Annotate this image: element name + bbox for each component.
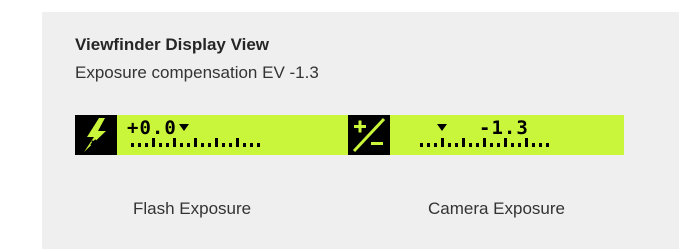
camera-exposure-value: -1.3	[479, 117, 529, 139]
camera-pointer-icon	[437, 124, 447, 131]
flash-exposure-value: +0.0	[127, 117, 177, 139]
flash-exposure-scale	[131, 137, 271, 147]
viewfinder-lcd: +0.0 -1.3	[75, 115, 624, 155]
flash-exposure-caption: Flash Exposure	[133, 199, 252, 218]
page-title: Viewfinder Display View	[75, 35, 270, 54]
flash-compensation-icon	[75, 115, 117, 155]
camera-exposure-caption: Camera Exposure	[428, 199, 566, 218]
camera-exposure-scale	[420, 137, 560, 147]
flash-pointer-icon	[179, 124, 189, 131]
viewfinder-panel: Viewfinder Display View Exposure compens…	[42, 12, 679, 249]
exposure-compensation-icon	[348, 115, 390, 155]
page-subtitle: Exposure compensation EV -1.3	[75, 63, 319, 82]
